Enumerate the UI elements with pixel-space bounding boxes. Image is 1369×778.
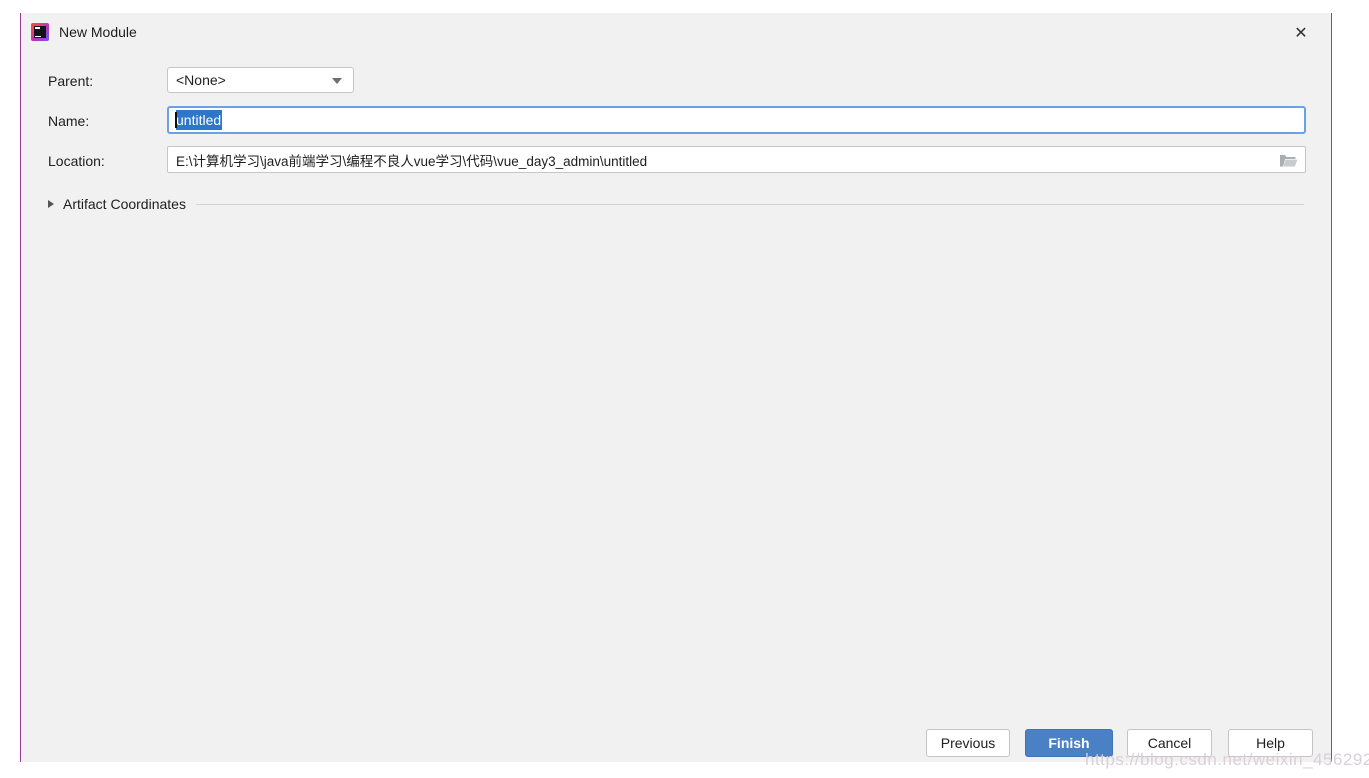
name-label: Name: — [48, 113, 89, 129]
location-label: Location: — [48, 153, 105, 169]
intellij-idea-logo-icon — [31, 23, 49, 41]
help-button[interactable]: Help — [1228, 729, 1313, 757]
cancel-button[interactable]: Cancel — [1127, 729, 1212, 757]
chevron-down-icon — [332, 78, 342, 84]
name-input-value: untitled — [176, 110, 222, 130]
close-icon[interactable]: ✕ — [1289, 21, 1313, 45]
artifact-coordinates-label: Artifact Coordinates — [63, 196, 186, 212]
text-caret — [175, 112, 177, 128]
finish-button[interactable]: Finish — [1025, 729, 1113, 757]
parent-dropdown[interactable]: <None> — [167, 67, 354, 93]
collapsed-triangle-icon — [48, 200, 54, 208]
location-input[interactable]: E:\计算机学习\java前端学习\编程不良人vue学习\代码\vue_day3… — [167, 146, 1306, 173]
name-input[interactable]: untitled — [167, 106, 1306, 134]
parent-dropdown-value: <None> — [176, 72, 226, 88]
artifact-coordinates-section-toggle[interactable]: Artifact Coordinates — [48, 195, 1304, 213]
open-folder-icon — [1279, 153, 1298, 168]
dialog-title: New Module — [59, 24, 137, 40]
new-module-dialog: New Module ✕ Parent: <None> Name: untitl… — [20, 13, 1332, 762]
title-bar: New Module ✕ — [21, 13, 1331, 61]
parent-label: Parent: — [48, 73, 93, 89]
browse-folder-button[interactable] — [1276, 152, 1300, 169]
location-input-value: E:\计算机学习\java前端学习\编程不良人vue学习\代码\vue_day3… — [176, 150, 647, 170]
section-divider — [196, 204, 1304, 205]
previous-button[interactable]: Previous — [926, 729, 1010, 757]
